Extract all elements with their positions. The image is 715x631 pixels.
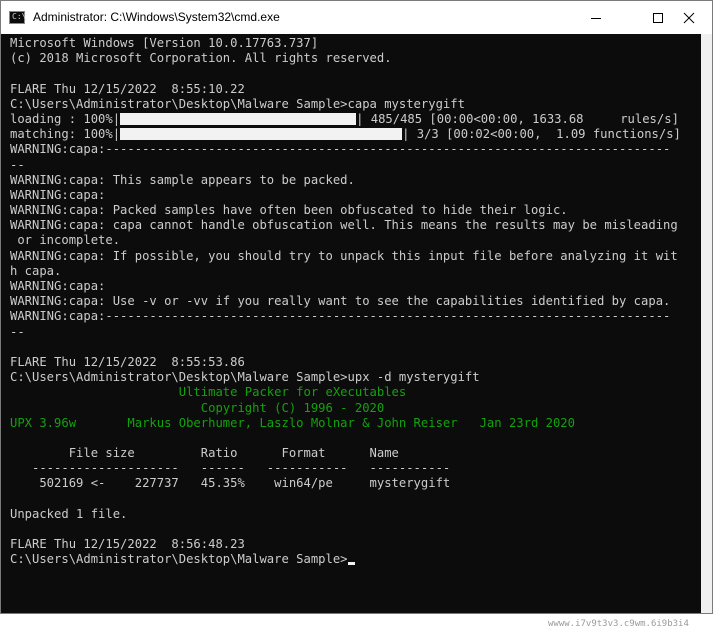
upx-banner-line: UPX 3.96w Markus Oberhumer, Laszlo Molna…	[10, 415, 575, 430]
console-line: WARNING:capa:	[10, 187, 106, 202]
loading-label: loading : 100%|	[10, 111, 121, 126]
matching-stats: | 3/3 [00:02<00:00, 1.09 functions/s]	[402, 127, 681, 142]
close-button[interactable]	[666, 1, 712, 34]
upx-banner-line: Ultimate Packer for eXecutables	[10, 385, 407, 400]
loading-progress-bar	[120, 112, 357, 125]
console-line: FLARE Thu 12/15/2022 8:55:53.86	[10, 354, 245, 369]
console-line: --	[10, 157, 25, 172]
console-line: FLARE Thu 12/15/2022 8:55:10.22	[10, 81, 245, 96]
loading-stats: | 485/485 [00:00<00:00, 1633.68 rules/s]	[356, 111, 679, 126]
maximize-icon	[653, 12, 663, 23]
vertical-scrollbar[interactable]	[701, 34, 712, 613]
upx-banner-line: Copyright (C) 1996 - 2020	[10, 400, 385, 415]
window-title: Administrator: C:\Windows\System32\cmd.e…	[33, 10, 280, 24]
cmd-icon-glyph: C:\	[12, 12, 27, 21]
close-icon	[683, 12, 695, 23]
loading-progress-line: loading : 100%| | 485/485 [00:00<00:00, 1…	[10, 112, 712, 127]
console-line: WARNING:capa: This sample appears to be …	[10, 172, 355, 187]
command-prompt-line[interactable]: C:\Users\Administrator\Desktop\Malware S…	[10, 552, 712, 567]
cmd-window: C:\ Administrator: C:\Windows\System32\c…	[0, 0, 713, 614]
console-line: WARNING:capa: capa cannot handle obfusca…	[10, 218, 678, 233]
console-line: WARNING:capa: If possible, you should tr…	[10, 248, 678, 263]
console-line: C:\Users\Administrator\Desktop\Malware S…	[10, 96, 465, 111]
prompt-text: C:\Users\Administrator\Desktop\Malware S…	[10, 552, 348, 567]
upx-table-row: 502169 <- 227737 45.35% win64/pe mystery…	[10, 476, 451, 491]
upx-table-header: File size Ratio Format Name	[10, 446, 399, 461]
upx-table-separator: -------------------- ------ ----------- …	[10, 461, 451, 476]
title-bar[interactable]: C:\ Administrator: C:\Windows\System32\c…	[1, 1, 712, 34]
matching-progress-bar	[120, 128, 403, 141]
minimize-button[interactable]	[573, 1, 619, 34]
matching-label: matching: 100%|	[10, 127, 121, 142]
console-line: C:\Users\Administrator\Desktop\Malware S…	[10, 370, 480, 385]
console-output[interactable]: Microsoft Windows [Version 10.0.17763.73…	[1, 34, 712, 613]
console-line: WARNING:capa: Use -v or -vv if you reall…	[10, 294, 671, 309]
console-line: FLARE Thu 12/15/2022 8:56:48.23	[10, 537, 245, 552]
console-line: WARNING:capa: Packed samples have often …	[10, 203, 568, 218]
matching-progress-line: matching: 100%| | 3/3 [00:02<00:00, 1.09 …	[10, 127, 712, 142]
console-line: Unpacked 1 file.	[10, 506, 128, 521]
text-cursor	[347, 562, 355, 566]
cmd-icon[interactable]: C:\	[9, 11, 27, 24]
console-line: or incomplete.	[10, 233, 121, 248]
console-line: --	[10, 324, 25, 339]
console-line: WARNING:capa:---------------------------…	[10, 142, 671, 157]
console-line: WARNING:capa:	[10, 279, 106, 293]
console-line: Microsoft Windows [Version 10.0.17763.73…	[10, 36, 319, 50]
console-line: WARNING:capa:---------------------------…	[10, 309, 671, 324]
minimize-icon	[591, 17, 601, 19]
partial-footer-text: wwww.i7v9t3v3.c9wm.6i9b3i4	[548, 619, 689, 629]
console-line: (c) 2018 Microsoft Corporation. All righ…	[10, 51, 392, 66]
console-line: h capa.	[10, 263, 62, 278]
